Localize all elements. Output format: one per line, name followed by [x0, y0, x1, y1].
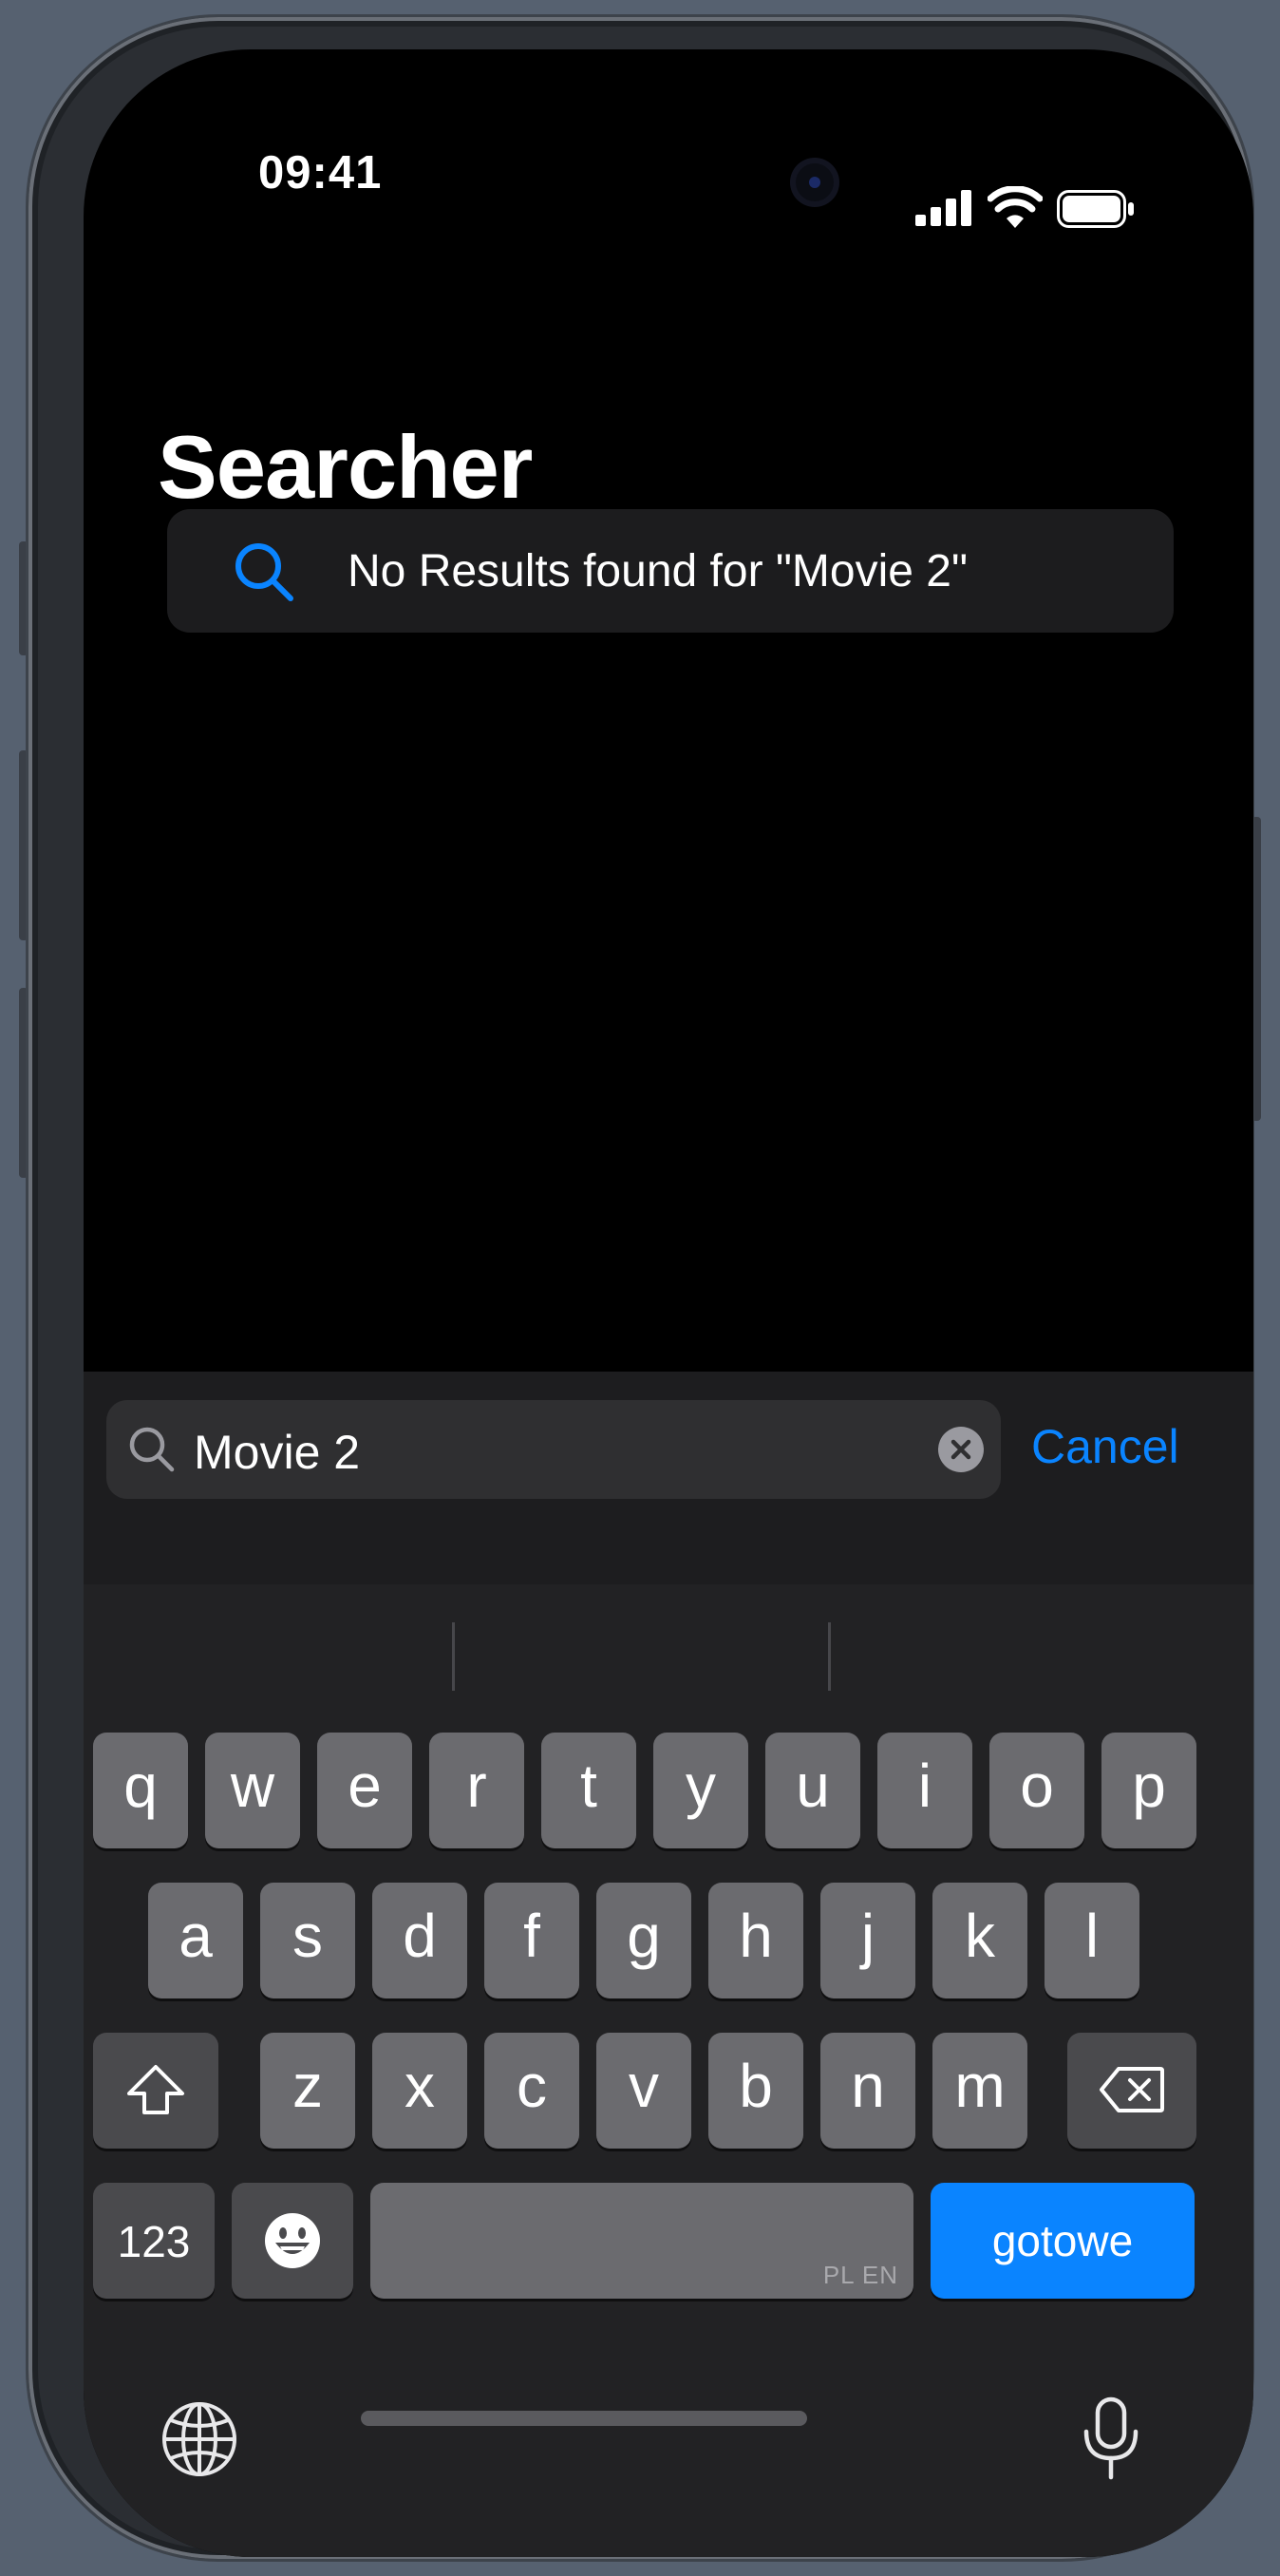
- key-a[interactable]: a: [148, 1883, 243, 1998]
- key-f[interactable]: f: [484, 1883, 579, 1998]
- clear-search-button[interactable]: [938, 1427, 984, 1472]
- search-field[interactable]: Movie 2: [106, 1400, 1001, 1499]
- search-bar: Movie 2 Cancel: [84, 1372, 1253, 1584]
- side-button-volume-up: [19, 750, 28, 940]
- key-d[interactable]: d: [372, 1883, 467, 1998]
- status-time: 09:41: [258, 147, 383, 199]
- key-n[interactable]: n: [820, 2033, 915, 2149]
- emoji-icon: [265, 2213, 320, 2268]
- suggestion-bar: [84, 1584, 1253, 1727]
- key-m[interactable]: m: [932, 2033, 1027, 2149]
- shift-key[interactable]: [93, 2033, 218, 2149]
- emoji-key[interactable]: [232, 2183, 353, 2299]
- key-x[interactable]: x: [372, 2033, 467, 2149]
- backspace-icon: [1100, 2067, 1164, 2112]
- results-message-box: No Results found for "Movie 2": [167, 509, 1174, 633]
- key-g[interactable]: g: [596, 1883, 691, 1998]
- return-key[interactable]: gotowe: [931, 2183, 1195, 2299]
- key-u[interactable]: u: [765, 1733, 860, 1848]
- key-l[interactable]: l: [1045, 1883, 1139, 1998]
- suggestion-divider: [828, 1622, 831, 1691]
- key-v[interactable]: v: [596, 2033, 691, 2149]
- key-k[interactable]: k: [932, 1883, 1027, 1998]
- no-results-text: No Results found for "Movie 2": [348, 546, 969, 597]
- key-t[interactable]: t: [541, 1733, 636, 1848]
- key-o[interactable]: o: [989, 1733, 1084, 1848]
- suggestion-divider: [452, 1622, 455, 1691]
- cellular-signal-icon: [915, 190, 971, 226]
- key-y[interactable]: y: [653, 1733, 748, 1848]
- microphone-icon[interactable]: [1081, 2396, 1141, 2481]
- key-s[interactable]: s: [260, 1883, 355, 1998]
- key-r[interactable]: r: [429, 1733, 524, 1848]
- key-z[interactable]: z: [260, 2033, 355, 2149]
- space-key[interactable]: PL EN: [370, 2183, 913, 2299]
- shift-icon: [127, 2065, 184, 2114]
- globe-icon[interactable]: [160, 2399, 239, 2479]
- magnifier-icon: [129, 1427, 175, 1472]
- side-button-volume-down: [19, 988, 28, 1178]
- wifi-icon: [988, 186, 1043, 228]
- home-indicator[interactable]: [361, 2411, 807, 2426]
- front-camera: [796, 163, 834, 201]
- keyboard-language-label: PL EN: [822, 2261, 898, 2289]
- phone-frame: 09:41 Searcher No Results found for "Mov…: [28, 17, 1253, 2559]
- screen: 09:41 Searcher No Results found for "Mov…: [84, 49, 1253, 2557]
- key-c[interactable]: c: [484, 2033, 579, 2149]
- battery-icon: [1057, 190, 1134, 228]
- key-w[interactable]: w: [205, 1733, 300, 1848]
- search-icon: [235, 543, 293, 601]
- side-button-silent: [19, 541, 28, 655]
- key-h[interactable]: h: [708, 1883, 803, 1998]
- delete-key[interactable]: [1067, 2033, 1196, 2149]
- key-q[interactable]: q: [93, 1733, 188, 1848]
- key-i[interactable]: i: [877, 1733, 972, 1848]
- search-input[interactable]: Movie 2: [194, 1425, 360, 1480]
- key-j[interactable]: j: [820, 1883, 915, 1998]
- key-e[interactable]: e: [317, 1733, 412, 1848]
- key-p[interactable]: p: [1101, 1733, 1196, 1848]
- cancel-button[interactable]: Cancel: [1031, 1419, 1179, 1474]
- clear-icon: [951, 1439, 971, 1460]
- keyboard-panel: Movie 2 Cancel q w e r t y u i o p a s d…: [84, 1372, 1253, 2557]
- status-bar: 09:41: [84, 49, 1253, 228]
- key-b[interactable]: b: [708, 2033, 803, 2149]
- page-title: Searcher: [158, 417, 533, 517]
- numbers-key[interactable]: 123: [93, 2183, 215, 2299]
